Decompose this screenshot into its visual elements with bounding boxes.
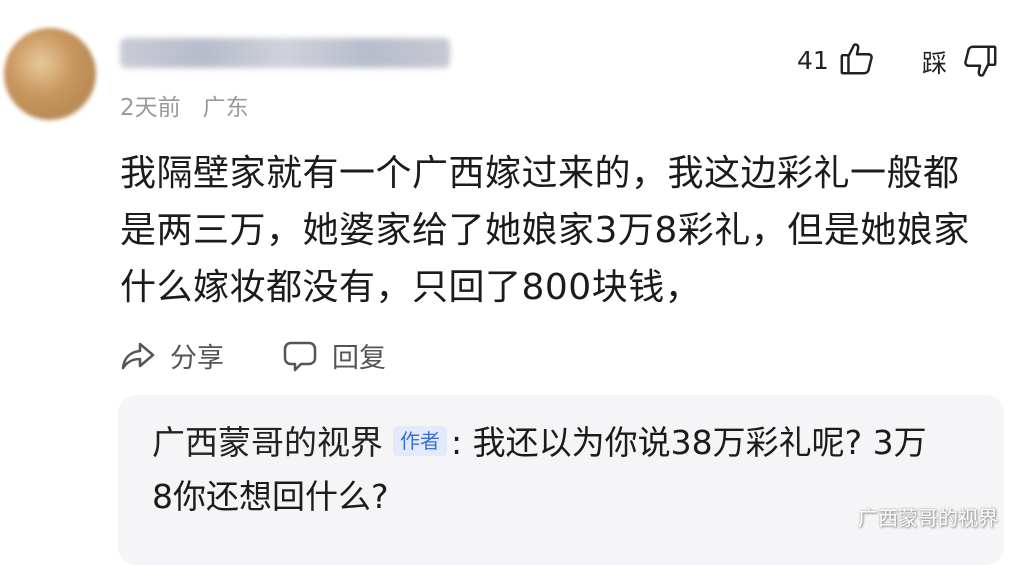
reply-text: 我还以为你说38万彩礼呢? 3万 xyxy=(472,423,927,462)
like-count: 41 xyxy=(797,46,829,75)
share-icon xyxy=(121,342,155,369)
share-button[interactable]: 分享 xyxy=(120,336,224,375)
reply-label: 回复 xyxy=(332,343,386,374)
comment-body: 我隔壁家就有一个广西嫁过来的，我这边彩礼一般都 是两三万，她婆家给了她娘家3万8… xyxy=(120,145,1000,316)
reply-line: 广西蒙哥的视界 作者: 我还以为你说38万彩礼呢? 3万 xyxy=(152,416,982,470)
avatar[interactable] xyxy=(4,28,96,120)
comment-meta: 2天前 广东 xyxy=(120,88,249,122)
dislike-label[interactable]: 踩 xyxy=(922,44,947,80)
comment-location: 广东 xyxy=(202,95,249,121)
thumbs-up-icon[interactable] xyxy=(838,40,876,78)
thumbs-down-icon[interactable] xyxy=(961,42,999,80)
author-badge: 作者 xyxy=(393,426,447,456)
comment-icon xyxy=(283,341,317,371)
comment-time: 2天前 xyxy=(120,95,181,121)
comment-line: 是两三万，她婆家给了她娘家3万8彩礼，但是她娘家 xyxy=(120,210,970,251)
comment-line: 我隔壁家就有一个广西嫁过来的，我这边彩礼一般都 xyxy=(120,153,960,194)
reply-separator: : xyxy=(451,423,473,462)
share-label: 分享 xyxy=(170,343,224,374)
reply-button[interactable]: 回复 xyxy=(282,336,386,375)
comment-line: 什么嫁妆都没有，只回了800块钱， xyxy=(120,267,702,308)
username-blurred[interactable] xyxy=(120,38,450,68)
watermark: 广西蒙哥的视界 xyxy=(858,506,998,530)
reply-author[interactable]: 广西蒙哥的视界 xyxy=(152,423,383,462)
